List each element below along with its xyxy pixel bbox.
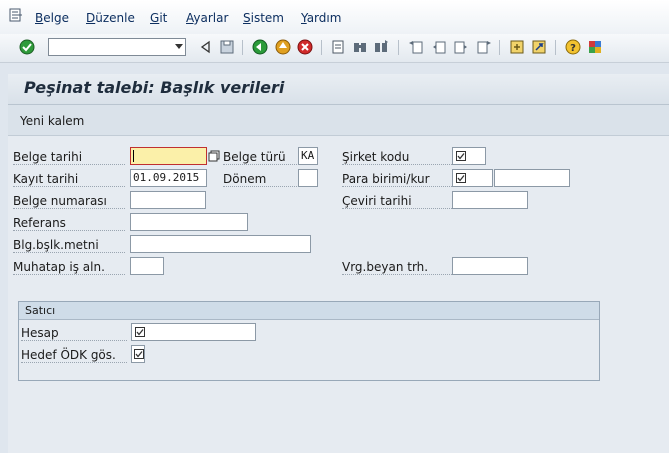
cancel-icon[interactable] xyxy=(297,39,313,55)
exchange-rate-field[interactable] xyxy=(494,169,570,187)
posting-date-field[interactable]: 01.09.2015 xyxy=(130,169,207,187)
toolbar-separator xyxy=(242,40,243,55)
required-check-icon xyxy=(135,327,145,337)
menu-belge[interactable]: Belge xyxy=(35,11,69,25)
menu-duzenle[interactable]: Düzenle xyxy=(86,11,135,25)
back-icon[interactable] xyxy=(252,39,268,55)
next-page-icon[interactable] xyxy=(453,39,469,55)
menu-bar: Belge Düzenle Git Ayarlar Sistem Yardım xyxy=(0,0,669,34)
menu-icon[interactable] xyxy=(9,8,23,22)
trading-partner-field[interactable] xyxy=(130,257,164,275)
layout-icon[interactable] xyxy=(587,39,603,55)
document-number-label: Belge numarası xyxy=(13,194,125,209)
translation-date-label: Çeviri tarihi xyxy=(342,194,452,209)
company-code-label: Şirket kodu xyxy=(342,150,452,165)
save-icon[interactable] xyxy=(219,39,235,55)
currency-field[interactable] xyxy=(452,169,493,187)
toolbar-separator xyxy=(398,40,399,55)
required-check-icon xyxy=(134,349,144,359)
tax-report-date-label: Vrg.beyan trh. xyxy=(342,260,452,275)
header-text-field[interactable] xyxy=(130,235,311,253)
menu-sistem[interactable]: Sistem xyxy=(243,11,284,25)
vendor-group-header: Satıcı xyxy=(19,302,599,320)
new-session-icon[interactable] xyxy=(509,39,525,55)
help-icon[interactable]: ? xyxy=(565,39,581,55)
chevron-down-icon[interactable] xyxy=(175,44,183,49)
title-bar: Peşinat talebi: Başlık verileri xyxy=(8,74,669,105)
target-special-gl-label: Hedef ÖDK gös. xyxy=(21,348,127,363)
main-area: Peşinat talebi: Başlık verileri Yeni kal… xyxy=(8,74,669,453)
toolbar-separator xyxy=(555,40,556,55)
find-next-icon[interactable] xyxy=(373,39,389,55)
document-type-field[interactable]: KA xyxy=(298,147,318,165)
reference-label: Referans xyxy=(13,216,125,231)
header-text-label: Blg.bşlk.metni xyxy=(13,238,125,253)
period-field[interactable] xyxy=(298,169,318,187)
document-number-field[interactable] xyxy=(130,191,206,209)
posting-date-label: Kayıt tarihi xyxy=(13,172,125,187)
document-type-label: Belge türü xyxy=(223,150,297,165)
tax-report-date-field[interactable] xyxy=(452,257,528,275)
application-toolbar: Yeni kalem xyxy=(8,105,669,136)
target-special-gl-field[interactable] xyxy=(131,345,145,363)
svg-text:?: ? xyxy=(570,43,576,54)
previous-page-icon[interactable] xyxy=(431,39,447,55)
toolbar-separator xyxy=(499,40,500,55)
toolbar-separator xyxy=(321,40,322,55)
period-label: Dönem xyxy=(223,172,297,187)
document-date-label: Belge tarihi xyxy=(13,150,125,165)
last-page-icon[interactable] xyxy=(476,39,492,55)
new-item-button[interactable]: Yeni kalem xyxy=(20,114,84,128)
back-triangle-icon[interactable] xyxy=(198,39,214,55)
find-icon[interactable] xyxy=(352,39,368,55)
company-code-field[interactable] xyxy=(452,147,486,165)
required-check-icon xyxy=(456,173,466,183)
print-icon[interactable] xyxy=(330,39,346,55)
trading-partner-label: Muhatap iş aln. xyxy=(13,260,125,275)
document-date-field[interactable] xyxy=(130,147,207,165)
menu-git[interactable]: Git xyxy=(150,11,167,25)
exit-icon[interactable] xyxy=(275,39,291,55)
command-field[interactable] xyxy=(48,38,186,56)
first-page-icon[interactable] xyxy=(408,39,424,55)
required-check-icon xyxy=(456,151,466,161)
calendar-popup-icon[interactable] xyxy=(208,150,220,162)
account-field[interactable] xyxy=(131,323,256,341)
menu-ayarlar[interactable]: Ayarlar xyxy=(186,11,228,25)
menu-yardim[interactable]: Yardım xyxy=(301,11,341,25)
account-label: Hesap xyxy=(21,326,127,341)
translation-date-field[interactable] xyxy=(452,191,528,209)
vendor-group-title: Satıcı xyxy=(25,304,56,317)
shortcut-icon[interactable] xyxy=(531,39,547,55)
vendor-group: Satıcı Hesap Hedef ÖDK gös. xyxy=(18,301,600,381)
standard-toolbar: ? xyxy=(0,34,669,63)
reference-field[interactable] xyxy=(130,213,248,231)
currency-rate-label: Para birimi/kur xyxy=(342,172,452,187)
enter-icon[interactable] xyxy=(19,39,35,55)
page-title: Peşinat talebi: Başlık verileri xyxy=(24,78,285,97)
